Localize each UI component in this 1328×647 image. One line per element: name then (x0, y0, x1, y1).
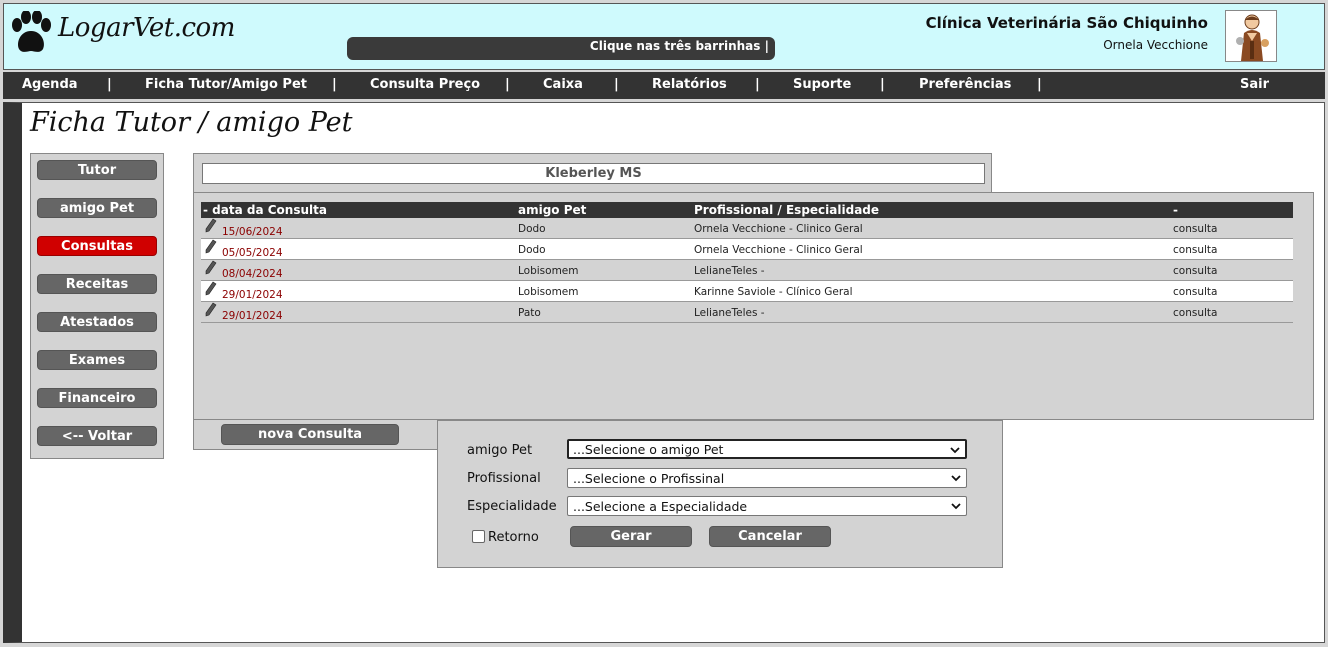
chevron-down-icon (950, 447, 960, 454)
logo[interactable]: LogarVet.com (10, 11, 235, 59)
cancelar-button[interactable]: Cancelar (709, 526, 831, 547)
main-menu: Agenda | Ficha Tutor/Amigo Pet | Consult… (3, 72, 1325, 99)
row-type: consulta (1173, 244, 1218, 256)
menu-caixa[interactable]: Caixa (543, 77, 583, 92)
logo-text: LogarVet.com (58, 13, 235, 43)
nova-consulta-panel: nova Consulta (193, 420, 438, 450)
amigo-pet-select-value: ...Selecione o amigo Pet (573, 442, 724, 457)
marquee-text: Clique nas três barrinhas | (589, 39, 769, 53)
especialidade-label: Especialidade (467, 499, 557, 514)
profissional-select[interactable]: ...Selecione o Profissinal (567, 468, 967, 488)
row-prof: Ornela Vecchione - Clinico Geral (694, 244, 863, 256)
row-pet: Lobisomem (518, 265, 579, 277)
menu-separator: | (614, 77, 619, 92)
row-prof: LelianeTeles - (694, 307, 765, 319)
menu-separator: | (755, 77, 760, 92)
nova-consulta-button[interactable]: nova Consulta (221, 424, 399, 445)
menu-consulta-preco[interactable]: Consulta Preço (370, 77, 480, 92)
nav-exames-button[interactable]: Exames (37, 350, 157, 370)
nova-consulta-form: amigo Pet ...Selecione o amigo Pet Profi… (437, 420, 1003, 568)
menu-ficha-tutor[interactable]: Ficha Tutor/Amigo Pet (145, 77, 307, 92)
row-type: consulta (1173, 223, 1218, 235)
row-pet: Lobisomem (518, 286, 579, 298)
row-prof: LelianeTeles - (694, 265, 765, 277)
col-amigo-pet: amigo Pet (518, 203, 587, 217)
menu-relatorios[interactable]: Relatórios (652, 77, 727, 92)
header: LogarVet.com Clique nas três barrinhas |… (3, 3, 1325, 70)
pencil-icon[interactable] (204, 302, 218, 318)
col-profissional: Profissional / Especialidade (694, 203, 880, 217)
clinic-name: Clínica Veterinária São Chiquinho (925, 14, 1208, 32)
row-type: consulta (1173, 286, 1218, 298)
paw-icon (12, 11, 51, 52)
profissional-select-value: ...Selecione o Profissinal (573, 471, 725, 486)
retorno-label: Retorno (488, 530, 539, 545)
menu-separator: | (880, 77, 885, 92)
row-date: 05/05/2024 (222, 247, 283, 259)
row-prof: Karinne Saviole - Clínico Geral (694, 286, 853, 298)
especialidade-select[interactable]: ...Selecione a Especialidade (567, 496, 967, 516)
row-pet: Pato (518, 307, 541, 319)
pencil-icon[interactable] (204, 218, 218, 234)
menu-separator: | (505, 77, 510, 92)
tutor-panel: Kleberley MS (193, 153, 992, 193)
row-type: consulta (1173, 307, 1218, 319)
profissional-label: Profissional (467, 471, 541, 486)
menu-preferencias[interactable]: Preferências (919, 77, 1011, 92)
chevron-down-icon (951, 475, 961, 482)
menu-agenda[interactable]: Agenda (22, 77, 78, 92)
table-row[interactable]: 08/04/2024 Lobisomem LelianeTeles - cons… (201, 260, 1293, 281)
table-header: - data da Consulta amigo Pet Profissiona… (201, 202, 1293, 218)
pencil-icon[interactable] (204, 239, 218, 255)
menu-separator: | (1037, 77, 1042, 92)
table-row[interactable]: 05/05/2024 Dodo Ornela Vecchione - Clini… (201, 239, 1293, 260)
marquee-banner: Clique nas três barrinhas | (347, 37, 775, 60)
amigo-pet-label: amigo Pet (467, 443, 533, 458)
row-date: 08/04/2024 (222, 268, 283, 280)
nav-consultas-button[interactable]: Consultas (37, 236, 157, 256)
menu-separator: | (332, 77, 337, 92)
row-pet: Dodo (518, 244, 546, 256)
menu-sair[interactable]: Sair (1240, 77, 1269, 92)
amigo-pet-select[interactable]: ...Selecione o amigo Pet (567, 439, 967, 459)
tutor-name: Kleberley MS (202, 163, 985, 184)
retorno-checkbox[interactable] (472, 530, 485, 543)
col-tipo: - (1173, 203, 1178, 217)
saint-figure-icon (1226, 11, 1276, 61)
row-date: 15/06/2024 (222, 226, 283, 238)
menu-separator: | (107, 77, 112, 92)
nav-tutor-button[interactable]: Tutor (37, 160, 157, 180)
avatar[interactable] (1225, 10, 1277, 62)
row-pet: Dodo (518, 223, 546, 235)
nav-voltar-button[interactable]: <-- Voltar (37, 426, 157, 446)
row-date: 29/01/2024 (222, 310, 283, 322)
pencil-icon[interactable] (204, 260, 218, 276)
row-date: 29/01/2024 (222, 289, 283, 301)
row-prof: Ornela Vecchione - Clinico Geral (694, 223, 863, 235)
nav-receitas-button[interactable]: Receitas (37, 274, 157, 294)
table-row[interactable]: 29/01/2024 Pato LelianeTeles - consulta (201, 302, 1293, 323)
row-type: consulta (1173, 265, 1218, 277)
user-name: Ornela Vecchione (1103, 38, 1208, 52)
consultas-table: - data da Consulta amigo Pet Profissiona… (193, 192, 1314, 420)
pencil-icon[interactable] (204, 281, 218, 297)
table-row[interactable]: 15/06/2024 Dodo Ornela Vecchione - Clini… (201, 218, 1293, 239)
side-nav: Tutor amigo Pet Consultas Receitas Atest… (30, 153, 164, 459)
col-data: - data da Consulta (203, 203, 327, 217)
menu-suporte[interactable]: Suporte (793, 77, 851, 92)
table-row[interactable]: 29/01/2024 Lobisomem Karinne Saviole - C… (201, 281, 1293, 302)
gerar-button[interactable]: Gerar (570, 526, 692, 547)
nav-amigo-pet-button[interactable]: amigo Pet (37, 198, 157, 218)
chevron-down-icon (951, 503, 961, 510)
nav-atestados-button[interactable]: Atestados (37, 312, 157, 332)
page-title: Ficha Tutor / amigo Pet (30, 107, 353, 138)
nav-financeiro-button[interactable]: Financeiro (37, 388, 157, 408)
especialidade-select-value: ...Selecione a Especialidade (573, 499, 748, 514)
